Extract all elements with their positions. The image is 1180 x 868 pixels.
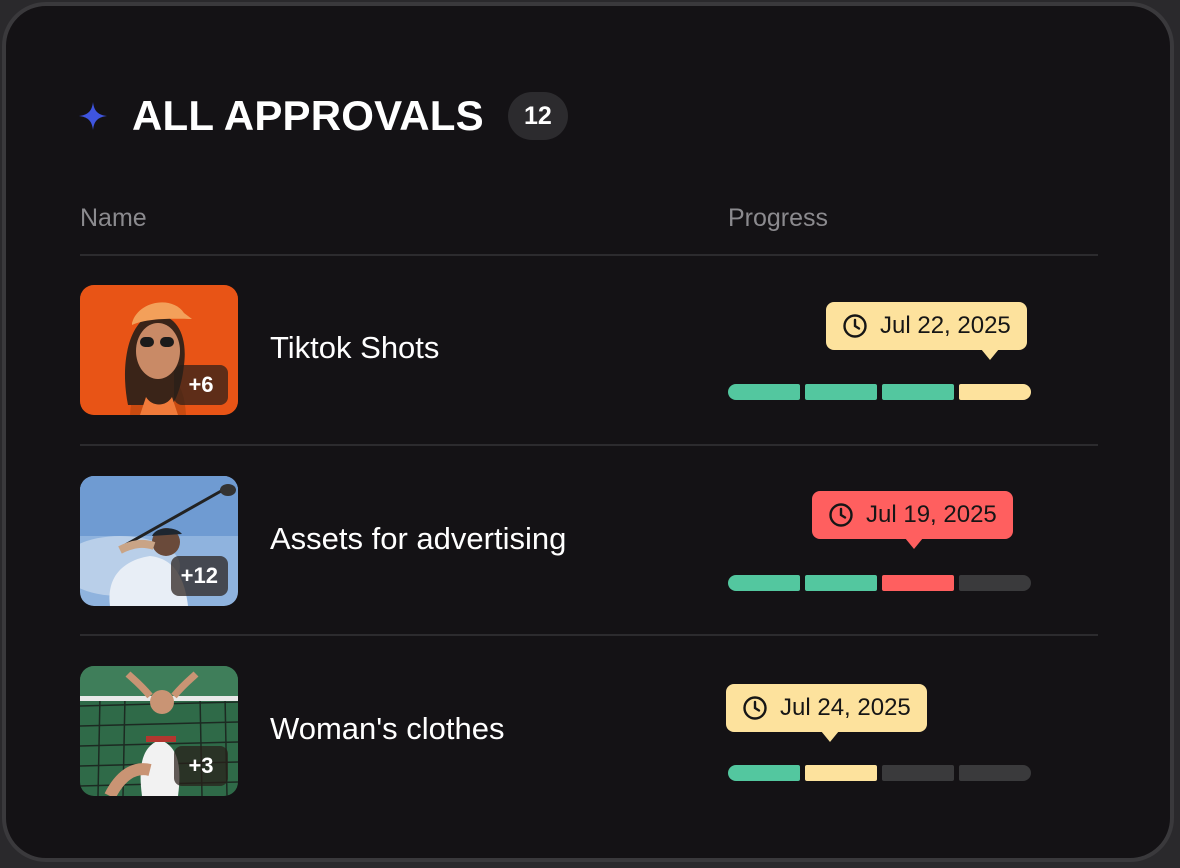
column-header-progress[interactable]: Progress [728, 204, 828, 233]
more-count-badge: +12 [170, 556, 228, 596]
divider [80, 634, 1098, 636]
due-date: Jul 19, 2025 [866, 501, 997, 528]
clock-icon [743, 696, 767, 720]
more-count-badge: +3 [174, 746, 228, 786]
header: ALL APPROVALS 12 [78, 88, 568, 144]
progress-segment-empty [959, 765, 1031, 781]
progress-segment-done [728, 384, 800, 400]
table-row[interactable]: +6 Tiktok Shots Jul 22, 2025 [80, 285, 1098, 415]
progress-segment-pending [959, 384, 1031, 400]
progress-bar [728, 575, 1031, 591]
progress-segment-done [805, 575, 877, 591]
count-badge: 12 [507, 92, 568, 140]
due-date: Jul 22, 2025 [880, 312, 1011, 339]
due-date-tooltip: Jul 19, 2025 [812, 491, 1013, 549]
row-title[interactable]: Woman's clothes [270, 711, 505, 747]
progress-segment-overdue [882, 575, 954, 591]
table-row[interactable]: +12 Assets for advertising Jul 19, 2025 [80, 476, 1098, 606]
progress-segment-done [728, 765, 800, 781]
progress-bar [728, 765, 1031, 781]
thumbnail-image[interactable]: +12 [80, 476, 238, 606]
divider [80, 444, 1098, 446]
sparkle-icon [78, 101, 108, 131]
progress-bar [728, 384, 1031, 400]
progress-segment-pending [805, 765, 877, 781]
page-title: ALL APPROVALS [132, 92, 484, 139]
column-header-name[interactable]: Name [80, 204, 147, 233]
row-title[interactable]: Tiktok Shots [270, 330, 439, 366]
more-count-badge: +6 [174, 365, 228, 405]
clock-icon [829, 503, 853, 527]
thumbnail-image[interactable]: +6 [80, 285, 238, 415]
progress-segment-empty [959, 575, 1031, 591]
divider [80, 254, 1098, 256]
progress-segment-done [728, 575, 800, 591]
due-date: Jul 24, 2025 [780, 694, 911, 721]
due-date-tooltip: Jul 22, 2025 [826, 302, 1027, 360]
table-row[interactable]: +3 Woman's clothes Jul 24, 2025 [80, 666, 1098, 796]
due-date-tooltip: Jul 24, 2025 [726, 684, 927, 742]
progress-segment-done [882, 384, 954, 400]
progress-segment-empty [882, 765, 954, 781]
row-title[interactable]: Assets for advertising [270, 521, 566, 557]
thumbnail-image[interactable]: +3 [80, 666, 238, 796]
clock-icon [843, 314, 867, 338]
progress-segment-done [805, 384, 877, 400]
